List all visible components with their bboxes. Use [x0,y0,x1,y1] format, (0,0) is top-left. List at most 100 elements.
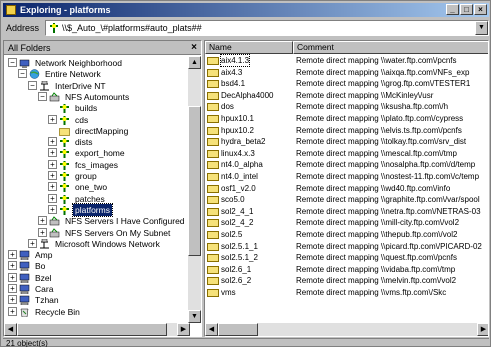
list-item[interactable]: aix4.3 Remote direct mapping \\aixqa.ftp.… [205,67,488,78]
list-item[interactable]: sol2.5.1_2 Remote direct mapping \\quest.… [205,252,488,263]
network-icon [19,59,30,68]
tree-vertical-scrollbar[interactable]: ▲ ▼ [188,56,201,323]
expand-icon[interactable]: + [8,295,17,305]
scroll-down-button[interactable]: ▼ [188,310,201,323]
file-name: DecAlpha4000 [221,90,274,100]
folder-tree-pane: All Folders × − Network Neighborhood − Enti… [3,40,202,337]
file-name: nt4.0_intel [221,172,258,181]
list-header: Name Comment [205,41,488,54]
server-icon [49,92,60,102]
list-item[interactable]: aix4.1.3 Remote direct mapping \\water.ft… [205,54,488,67]
list-item[interactable]: hpux10.2 Remote direct mapping \\elvis.ts… [205,125,488,136]
tree-item-label: Microsoft Windows Network [55,238,160,249]
collapse-icon[interactable]: − [8,58,17,67]
column-header-comment[interactable]: Comment [293,41,488,54]
expand-icon[interactable]: + [28,238,37,248]
share-icon [60,194,69,204]
list-item[interactable]: osf1_v2.0 Remote direct mapping \\wd40.ft… [205,183,488,194]
file-name: hpux10.1 [221,114,254,123]
tree-item-label: patches [75,193,105,204]
list-item[interactable]: nt4.0_alpha Remote direct mapping \\nosal… [205,159,488,170]
explorer-app-icon[interactable] [6,5,16,15]
column-header-name[interactable]: Name [205,41,293,54]
tree-item-label: NFS Automounts [65,91,130,102]
expand-icon[interactable]: + [48,114,57,124]
expand-icon[interactable]: + [48,171,57,180]
scroll-right-button[interactable]: ▶ [477,323,488,336]
list-item[interactable]: dos Remote direct mapping \\ksusha.ftp.co… [205,101,488,112]
maximize-button[interactable]: □ [460,4,473,15]
close-button[interactable]: × [474,4,487,15]
list-horizontal-scrollbar[interactable]: ◀ ▶ [205,323,488,336]
list-item[interactable]: sol2_4_1 Remote direct mapping \\netra.ft… [205,206,488,217]
folder-icon [207,265,219,274]
scroll-thumb-horizontal[interactable] [17,323,167,336]
folder-icon [207,149,219,158]
list-item[interactable]: sol2.5.1_1 Remote direct mapping \\picard… [205,241,488,252]
scroll-up-button[interactable]: ▲ [188,56,201,69]
file-comment: Remote direct mapping \\ksusha.ftp.com\/… [296,102,449,112]
file-comment: Remote direct mapping \\elvis.ts.ftp.com… [296,125,462,135]
file-comment: Remote direct mapping \\mescal.ftp.com\/… [296,148,457,158]
computer-icon [19,273,30,283]
close-pane-button[interactable]: × [191,41,197,55]
folder-icon [207,207,219,216]
expand-icon[interactable]: + [48,204,57,214]
collapse-icon[interactable]: − [28,80,37,90]
share-icon [60,149,69,159]
list-item[interactable]: DecAlpha4000 Remote direct mapping \\McKi… [205,90,488,101]
expand-icon[interactable]: + [8,261,17,271]
scroll-thumb-horizontal[interactable] [218,323,258,336]
list-item[interactable]: sco5.0 Remote direct mapping \\graphite.f… [205,194,488,205]
expand-icon[interactable]: + [8,284,17,293]
expand-icon[interactable]: + [38,227,47,237]
expand-icon[interactable]: + [48,182,57,192]
file-comment: Remote direct mapping \\water.ftp.com\/p… [296,56,457,65]
list-item[interactable]: sol2_4_2 Remote direct mapping \\mill-cit… [205,217,488,228]
scroll-left-button[interactable]: ◀ [4,323,17,336]
collapse-icon[interactable]: − [18,69,27,79]
address-dropdown-button[interactable]: ▼ [475,21,488,35]
expand-icon[interactable]: + [8,272,17,282]
tree-item-label: builds [75,103,98,114]
collapse-icon[interactable]: − [38,91,47,101]
list-item[interactable]: bsd4.1 Remote direct mapping \\grog.ftp.c… [205,78,488,89]
title-bar[interactable]: Exploring - platforms _ □ × [3,3,489,17]
file-name: hydra_beta2 [221,137,266,147]
folder-icon [207,219,219,228]
list-item[interactable]: linux4.x.3 Remote direct mapping \\mescal… [205,148,488,159]
tree-item-label: Bzel [35,272,52,283]
folder-icon [207,242,219,251]
address-input[interactable]: \\$_Auto_\#platforms#auto_plats## ▼ [45,20,489,36]
tree-item-label: Recycle Bin [35,306,80,317]
file-name: osf1_v2.0 [221,183,256,193]
expand-icon[interactable]: + [48,193,57,203]
expand-icon[interactable]: + [48,159,57,169]
list-item[interactable]: hydra_beta2 Remote direct mapping \\tolka… [205,136,488,147]
minimize-button[interactable]: _ [446,4,459,15]
list-item[interactable]: nt4.0_intel Remote direct mapping \\noste… [205,171,488,182]
expand-icon[interactable]: + [8,250,17,260]
expand-icon[interactable]: + [8,306,17,316]
folder-icon [207,277,219,286]
file-name: aix4.1.3 [219,54,251,67]
expand-icon[interactable]: + [48,137,57,147]
list-item[interactable]: sol2.5 Remote direct mapping \\thepub.ftp… [205,229,488,240]
folder-icon [207,173,219,181]
tree-item-label: NFS Servers I Have Configured [65,216,185,227]
expand-icon[interactable]: + [38,216,47,226]
file-name: sol2_4_2 [221,218,254,228]
file-name: sol2.6_1 [221,264,252,274]
expand-icon[interactable]: + [48,148,57,158]
tree-item-label: Amp [35,250,53,261]
folder-icon [207,68,219,77]
scroll-right-button[interactable]: ▶ [177,323,190,336]
tree-horizontal-scrollbar[interactable]: ◀ ▶ [4,323,190,336]
list-item[interactable]: sol2.6_1 Remote direct mapping \\vidaba.f… [205,264,488,275]
folder-icon [207,196,219,205]
list-item[interactable]: vms Remote direct mapping \\vms.ftp.com\/… [205,287,488,298]
scroll-thumb[interactable] [188,106,201,256]
list-item[interactable]: hpux10.1 Remote direct mapping \\plato.ft… [205,113,488,124]
scroll-left-button[interactable]: ◀ [205,323,218,336]
list-item[interactable]: sol2.6_2 Remote direct mapping \\melvin.f… [205,275,488,286]
